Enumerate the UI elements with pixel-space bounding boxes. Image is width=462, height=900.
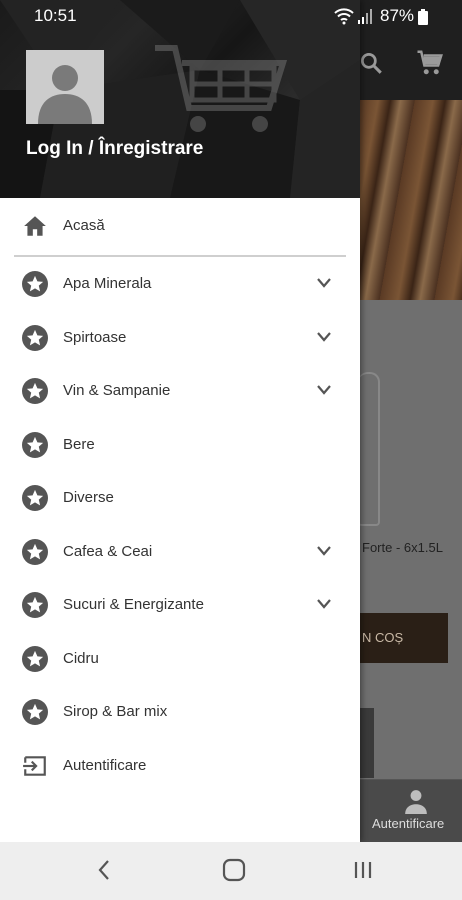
star-circle-icon bbox=[22, 539, 48, 565]
menu-item-label: Cafea & Ceai bbox=[63, 543, 153, 560]
avatar[interactable] bbox=[26, 50, 104, 124]
signal-icon bbox=[358, 9, 372, 24]
menu-item-label: Autentificare bbox=[63, 757, 147, 774]
menu-item-label: Vin & Sampanie bbox=[63, 382, 171, 399]
chevron-down-icon[interactable] bbox=[316, 545, 332, 557]
menu-item-label: Spirtoase bbox=[63, 329, 127, 346]
product-title[interactable]: Forte - 6x1.5L bbox=[362, 540, 443, 555]
back-icon[interactable] bbox=[95, 858, 113, 882]
login-icon bbox=[23, 756, 46, 776]
product-image bbox=[360, 708, 374, 778]
menu-item-apa-minerala[interactable]: Apa Minerala bbox=[0, 258, 360, 310]
star-circle-icon bbox=[22, 592, 48, 618]
home-button-icon[interactable] bbox=[222, 858, 246, 882]
menu-item-autentificare[interactable]: Autentificare bbox=[0, 740, 360, 792]
menu-item-label: Sirop & Bar mix bbox=[63, 703, 168, 720]
star-circle-icon bbox=[22, 378, 48, 404]
star-circle-icon bbox=[22, 699, 48, 725]
home-icon bbox=[24, 216, 46, 236]
star-circle-icon bbox=[22, 432, 48, 458]
menu-item-spirtoase[interactable]: Spirtoase bbox=[0, 312, 360, 364]
product-image bbox=[358, 372, 380, 526]
menu-item-label: Sucuri & Energizante bbox=[63, 596, 204, 613]
menu-item-label: Apa Minerala bbox=[63, 275, 152, 292]
menu-item-label: Bere bbox=[63, 436, 95, 453]
cart-icon[interactable] bbox=[415, 48, 445, 78]
chevron-down-icon[interactable] bbox=[316, 277, 332, 289]
login-register-link[interactable]: Log In / Înregistrare bbox=[26, 138, 203, 160]
person-icon[interactable] bbox=[403, 788, 429, 814]
navigation-drawer: Log In / Înregistrare Acasă Apa Minerala… bbox=[0, 0, 360, 842]
recents-icon[interactable] bbox=[352, 859, 374, 881]
menu-item-bere[interactable]: Bere bbox=[0, 419, 360, 471]
battery-percentage: 87% bbox=[380, 6, 415, 25]
menu-item-vin-sampanie[interactable]: Vin & Sampanie bbox=[0, 365, 360, 417]
add-to-cart-button[interactable]: N COȘ bbox=[350, 613, 448, 663]
menu-item-sirop-bar-mix[interactable]: Sirop & Bar mix bbox=[0, 686, 360, 738]
menu-item-label: Cidru bbox=[63, 650, 99, 667]
bottom-nav-label[interactable]: Autentificare bbox=[372, 816, 444, 831]
menu-item-cafea-ceai[interactable]: Cafea & Ceai bbox=[0, 526, 360, 578]
menu-divider bbox=[14, 255, 346, 257]
star-circle-icon bbox=[22, 271, 48, 297]
chevron-down-icon[interactable] bbox=[316, 384, 332, 396]
menu-item-label: Acasă bbox=[63, 217, 105, 234]
menu-item-sucuri-energizante[interactable]: Sucuri & Energizante bbox=[0, 579, 360, 631]
status-bar: 10:51 87% bbox=[0, 0, 462, 32]
status-time: 10:51 bbox=[34, 6, 77, 25]
cart-watermark-icon bbox=[155, 45, 288, 132]
menu-item-acasa[interactable]: Acasă bbox=[0, 200, 360, 252]
star-circle-icon bbox=[22, 325, 48, 351]
search-icon[interactable] bbox=[358, 50, 384, 76]
chevron-down-icon[interactable] bbox=[316, 598, 332, 610]
star-circle-icon bbox=[22, 646, 48, 672]
wifi-icon bbox=[334, 8, 354, 25]
hero-banner bbox=[360, 100, 462, 300]
chevron-down-icon[interactable] bbox=[316, 331, 332, 343]
menu-item-label: Diverse bbox=[63, 489, 114, 506]
user-placeholder-icon bbox=[38, 65, 92, 124]
menu-item-diverse[interactable]: Diverse bbox=[0, 472, 360, 524]
battery-icon bbox=[418, 9, 428, 25]
menu-item-cidru[interactable]: Cidru bbox=[0, 633, 360, 685]
star-circle-icon bbox=[22, 485, 48, 511]
